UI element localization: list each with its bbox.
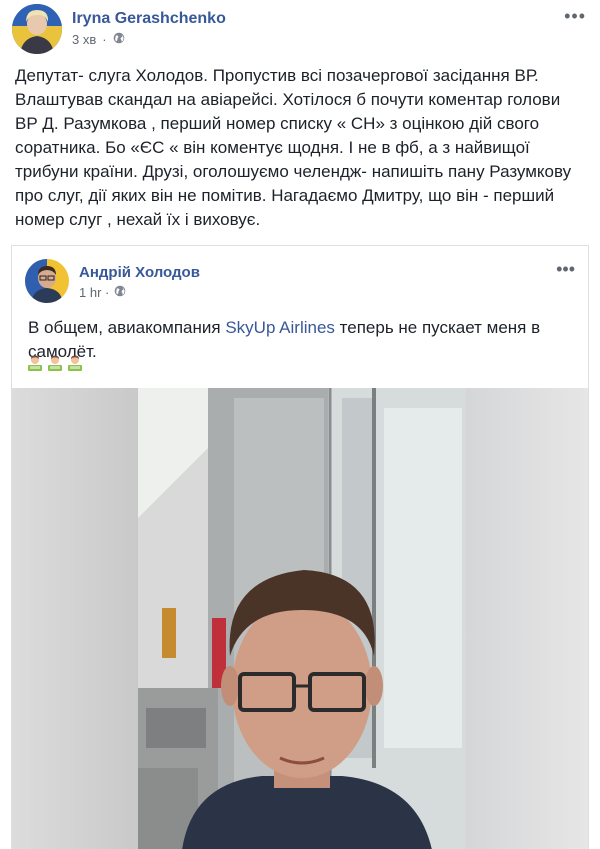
post-text: Депутат- слуга Холодов. Пропустив всі по…	[15, 64, 587, 232]
post-body: Депутат- слуга Холодов. Пропустив всі по…	[15, 66, 572, 229]
more-horizontal-icon[interactable]: •••	[564, 6, 586, 27]
globe-icon	[114, 285, 126, 300]
post-header: Iryna Gerashchenko 3 хв · •••	[12, 4, 588, 56]
emoji-row	[26, 354, 84, 377]
man-technologist-emoji-icon	[26, 354, 44, 377]
man-technologist-emoji-icon	[46, 354, 64, 377]
man-technologist-emoji-icon	[66, 354, 84, 377]
shared-post-text: В общем, авиакомпания SkyUp Airlines теп…	[28, 316, 568, 364]
globe-icon	[113, 32, 125, 47]
shared-author-name[interactable]: Андрій Холодов	[79, 264, 200, 281]
skyup-airlines-link[interactable]: SkyUp Airlines	[225, 318, 335, 337]
author-name[interactable]: Iryna Gerashchenko	[72, 10, 226, 28]
shared-author-avatar[interactable]	[25, 259, 69, 303]
post-meta: 3 хв ·	[72, 32, 125, 47]
more-horizontal-icon[interactable]: •••	[556, 259, 575, 280]
video-player[interactable]	[12, 388, 588, 849]
shared-post-header: Андрій Холодов 1 hr · •••	[25, 259, 575, 309]
shared-post[interactable]: Андрій Холодов 1 hr · ••• В общем, авиак…	[11, 245, 589, 849]
dot-separator: ·	[102, 32, 107, 47]
facebook-post: Iryna Gerashchenko 3 хв · ••• Депутат- с…	[0, 0, 600, 849]
author-avatar[interactable]	[12, 4, 62, 54]
shared-post-meta: 1 hr ·	[79, 285, 126, 300]
shared-post-time[interactable]: 1 hr ·	[79, 285, 109, 300]
post-time[interactable]: 3 хв	[72, 32, 96, 47]
shared-text-before: В общем, авиакомпания	[28, 318, 226, 337]
